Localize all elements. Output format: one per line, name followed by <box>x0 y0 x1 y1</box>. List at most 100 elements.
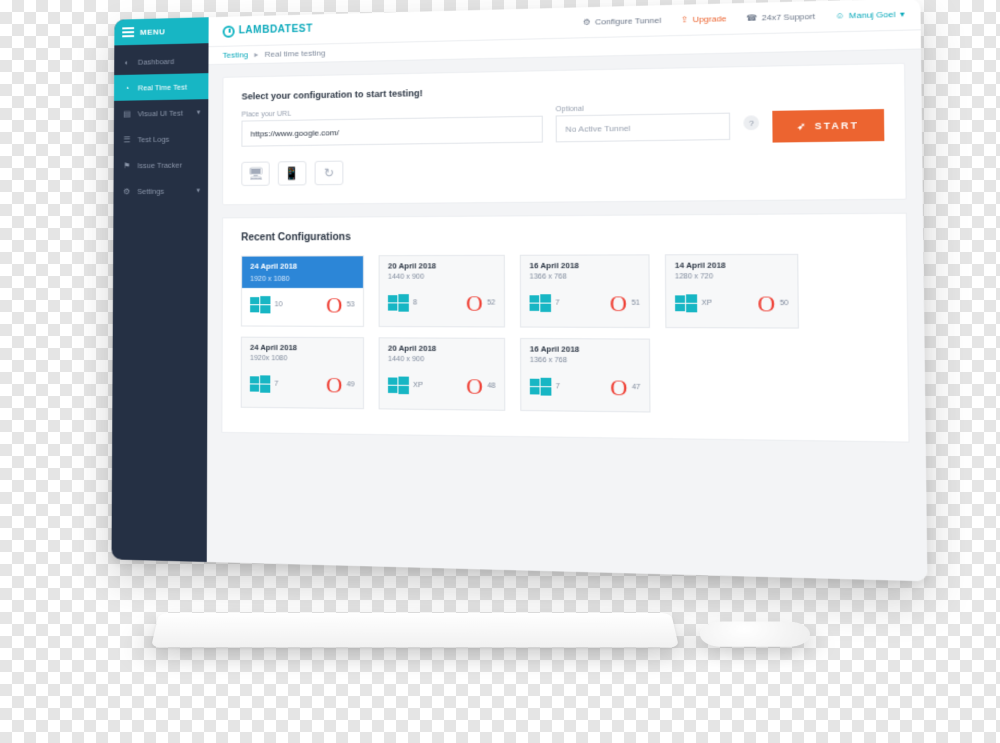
desktop-device-button[interactable]: 🖥 <box>241 161 269 186</box>
opera-icon: O <box>610 292 627 315</box>
config-card[interactable]: 20 April 20181440 x 900XPO48 <box>379 337 506 411</box>
sidebar-item-label: Dashboard <box>138 56 174 66</box>
logo[interactable]: LAMBDATEST <box>223 23 313 37</box>
start-button[interactable]: ➶ START <box>772 109 884 143</box>
opera-icon: O <box>610 376 627 399</box>
config-title: Select your configuration to start testi… <box>242 79 884 101</box>
sidebar-item-dashboard[interactable]: ◐ Dashboard <box>114 47 208 75</box>
browser-version: 48 <box>487 383 495 390</box>
gauge-icon: ◐ <box>122 57 132 67</box>
windows-icon <box>388 293 409 314</box>
app-shell: MENU ◐ Dashboard ◔ Real Time Test ▤ Visual UI… <box>112 0 928 581</box>
clock-icon: ◔ <box>122 83 132 93</box>
sidebar-item-label: Real Time Test <box>138 82 187 92</box>
windows-icon <box>530 293 552 314</box>
user-icon: ☺ <box>835 11 844 21</box>
config-card[interactable]: 24 April 20181920 x 108010O53 <box>241 255 364 327</box>
info-icon[interactable]: ? <box>743 115 759 130</box>
config-card[interactable]: 24 April 20181920x 10807O49 <box>241 337 364 410</box>
card-resolution: 1440 x 900 <box>380 273 504 283</box>
list-icon: ☰ <box>122 134 132 144</box>
keyboard-mock <box>151 613 679 647</box>
configure-tunnel-label: Configure Tunnel <box>595 16 661 27</box>
launch-icon: ➶ <box>797 120 808 132</box>
bug-icon: ⚑ <box>122 160 132 170</box>
main: LAMBDATEST ⚙ Configure Tunnel ⇪ Upgrade … <box>207 0 928 581</box>
recent-cards: 24 April 20181920 x 108010O5320 April 20… <box>241 254 888 416</box>
chevron-down-icon: ▾ <box>900 9 905 19</box>
tunnel-field: Optional No Active Tunnel <box>556 103 731 142</box>
opera-icon: O <box>326 294 342 317</box>
os-version: XP <box>702 300 712 307</box>
support-link[interactable]: ☎ 24x7 Support <box>746 12 815 23</box>
sidebar-item-issue-tracker[interactable]: ⚑ Issue Tracker <box>114 151 209 178</box>
hamburger-icon <box>122 27 134 37</box>
card-date: 20 April 2018 <box>380 338 504 356</box>
os-version: 7 <box>556 383 560 390</box>
menu-label: MENU <box>140 27 165 37</box>
rocket-icon: ⇪ <box>681 15 688 25</box>
chevron-down-icon: ▾ <box>196 186 200 194</box>
browser-version: 53 <box>347 301 355 308</box>
windows-icon <box>675 293 697 314</box>
browser-version: 47 <box>632 384 641 391</box>
os-version: 8 <box>413 299 417 306</box>
layers-icon: ▤ <box>122 108 132 118</box>
browser-version: 50 <box>780 300 789 307</box>
os-version: 7 <box>555 299 559 306</box>
sidebar-item-label: Visual UI Test <box>138 108 183 118</box>
card-date: 14 April 2018 <box>666 255 797 273</box>
sidebar-item-label: Test Logs <box>137 134 169 143</box>
card-date: 20 April 2018 <box>380 256 504 274</box>
card-resolution: 1280 x 720 <box>666 273 797 284</box>
start-label: START <box>815 120 860 131</box>
card-date: 16 April 2018 <box>521 255 649 273</box>
user-menu[interactable]: ☺ Manuj Goel ▾ <box>835 9 904 20</box>
url-input[interactable] <box>241 116 543 147</box>
tunnel-value: No Active Tunnel <box>565 123 630 133</box>
url-field: Place your URL <box>241 106 543 146</box>
sidebar-item-settings[interactable]: ⚙ Settings ▾ <box>113 177 208 204</box>
windows-icon <box>530 376 552 397</box>
chain-icon: ⚙ <box>583 17 591 27</box>
sidebar-item-test-logs[interactable]: ☰ Test Logs <box>114 125 209 152</box>
configure-tunnel-link[interactable]: ⚙ Configure Tunnel <box>583 16 661 27</box>
browser-version: 49 <box>347 381 355 388</box>
mouse-mock <box>699 622 810 647</box>
os-version: 7 <box>274 381 278 388</box>
breadcrumb-current: Real time testing <box>265 48 326 58</box>
upgrade-link[interactable]: ⇪ Upgrade <box>681 14 727 25</box>
opera-icon: O <box>466 375 483 398</box>
headset-icon: ☎ <box>746 13 757 23</box>
recent-title: Recent Configurations <box>241 229 885 244</box>
sidebar-item-visual-ui-test[interactable]: ▤Visual UI Test▾ <box>114 99 208 127</box>
menu-toggle[interactable]: MENU <box>114 17 208 45</box>
card-date: 24 April 2018 <box>242 256 363 276</box>
tunnel-label: Optional <box>556 103 730 113</box>
device-row: 🖥 📱 ↻ <box>241 154 884 186</box>
config-card[interactable]: 16 April 20181366 x 768 7 O 51 <box>520 254 650 328</box>
recent-panel: Recent Configurations 24 April 20181920 … <box>221 213 909 443</box>
windows-icon <box>250 374 270 395</box>
sidebar-item-real-time-test[interactable]: ◔ Real Time Test <box>114 73 208 101</box>
card-date: 16 April 2018 <box>521 339 649 358</box>
user-name: Manuj Goel <box>849 10 896 21</box>
mobile-device-button[interactable]: 📱 <box>278 161 307 186</box>
sidebar: MENU ◐ Dashboard ◔ Real Time Test ▤ Visual UI… <box>112 17 209 562</box>
tunnel-select[interactable]: No Active Tunnel <box>556 113 731 143</box>
brand-name: LAMBDATEST <box>239 24 313 37</box>
browser-version: 51 <box>631 300 640 307</box>
history-button[interactable]: ↻ <box>315 161 344 186</box>
sidebar-item-label: Issue Tracker <box>137 160 182 170</box>
support-label: 24x7 Support <box>762 12 815 23</box>
windows-icon <box>250 295 270 315</box>
card-resolution: 1366 x 768 <box>521 273 649 284</box>
config-card[interactable]: 16 April 20181366 x 7687O47 <box>520 338 650 413</box>
config-panel: Select your configuration to start testi… <box>222 63 907 206</box>
config-card[interactable]: 20 April 20181440 x 9008O52 <box>379 255 505 328</box>
breadcrumb-root[interactable]: Testing <box>223 50 249 60</box>
gear-icon: ⚙ <box>121 186 131 196</box>
sidebar-item-label: Settings <box>137 186 164 195</box>
config-card[interactable]: 14 April 20181280 x 720XPO50 <box>665 254 799 329</box>
upgrade-label: Upgrade <box>692 14 726 24</box>
